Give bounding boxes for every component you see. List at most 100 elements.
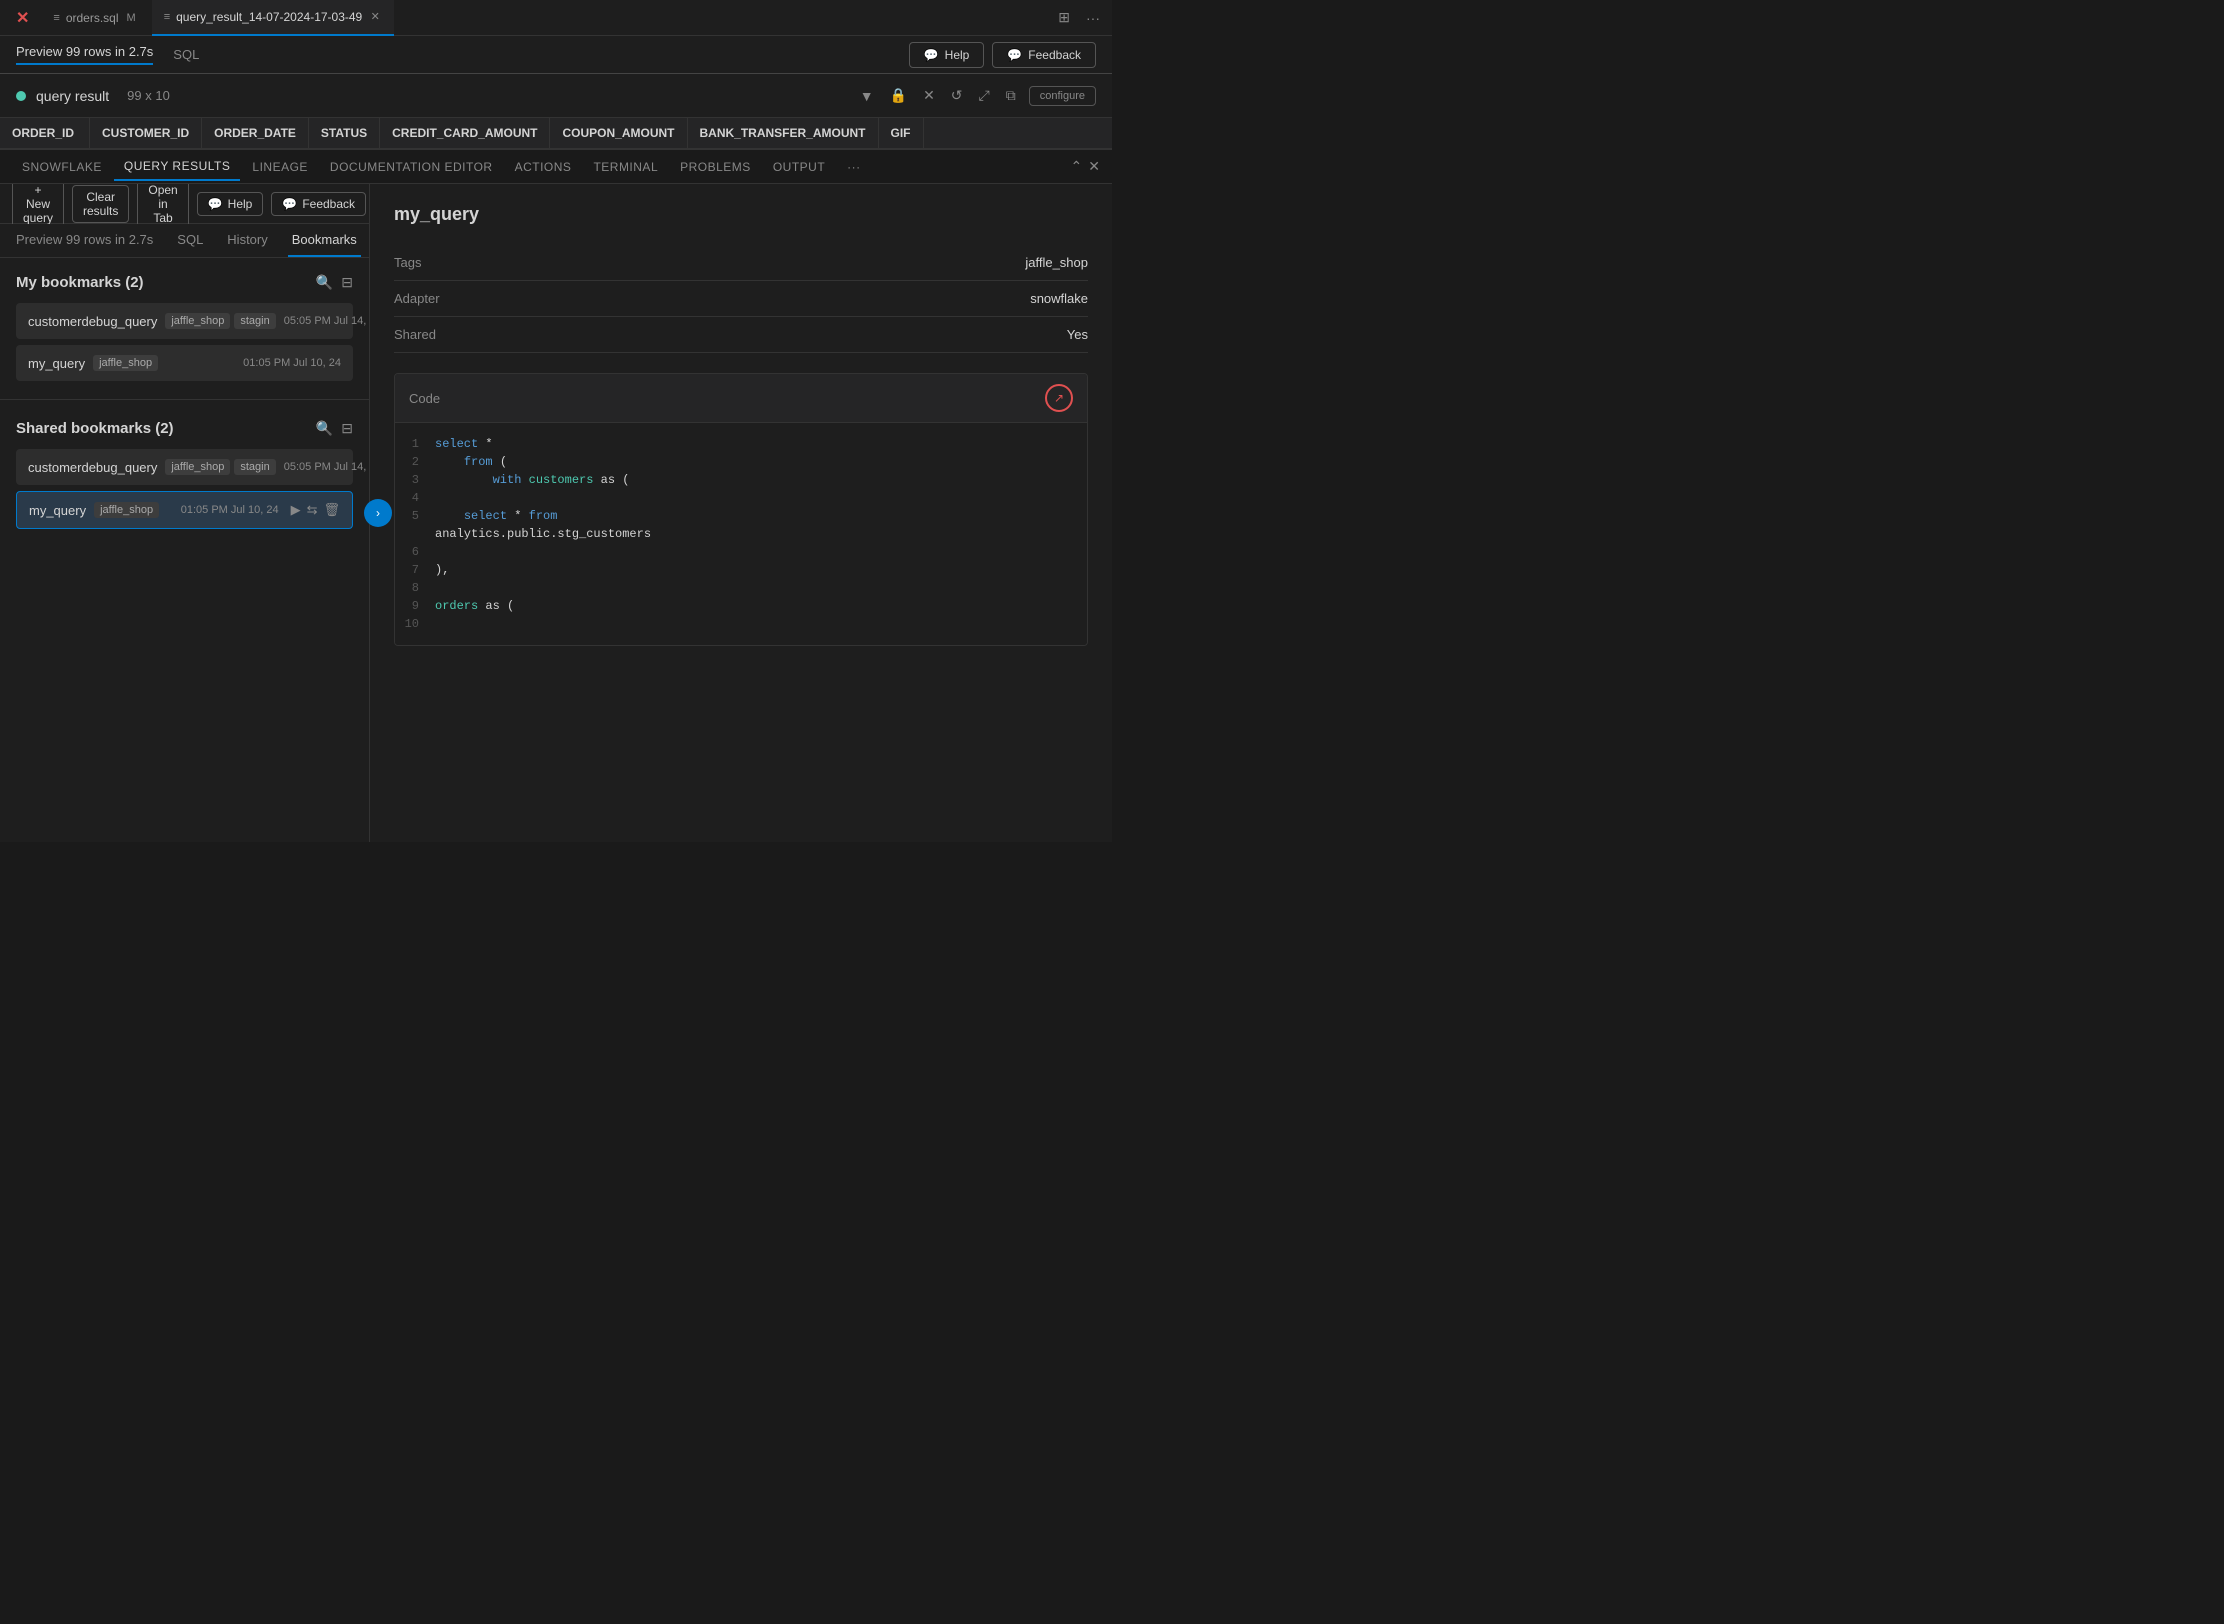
query-detail-title: my_query <box>394 204 1088 225</box>
col-gif[interactable]: GIF <box>879 118 924 148</box>
detail-shared-label: Shared <box>394 327 436 342</box>
share-icon[interactable]: ⇆ <box>307 502 318 518</box>
feedback-button-bottom[interactable]: 💬 Feedback <box>271 192 366 216</box>
my-bookmark-2-name: my_query <box>28 356 85 371</box>
play-icon[interactable]: ▶ <box>291 502 301 518</box>
feedback-icon-top: 💬 <box>1007 48 1022 62</box>
configure-button[interactable]: configure <box>1029 86 1096 106</box>
detail-adapter-value: snowflake <box>1030 291 1088 306</box>
my-bookmark-2[interactable]: my_query jaffle_shop 01:05 PM Jul 10, 24 <box>16 345 353 381</box>
top-sub-tab-bar: Preview 99 rows in 2.7s SQL 💬 Help 💬 Fee… <box>0 36 1112 74</box>
my-bookmark-1-name: customerdebug_query <box>28 314 157 329</box>
code-line-8: 8 <box>395 579 1087 597</box>
my-bookmark-2-tags: jaffle_shop <box>93 355 158 371</box>
close-panel-icon[interactable]: ✕ <box>1088 158 1100 175</box>
col-bank-transfer[interactable]: BANK_TRANSFER_AMOUNT <box>688 118 879 148</box>
section-divider <box>0 399 369 400</box>
col-order-id[interactable]: ORDER_ID <box>0 118 90 148</box>
tab-icon-orders: ≡ <box>53 12 59 24</box>
my-bookmark-1-tag-2: stagin <box>234 313 275 329</box>
tab-icon-query-result: ≡ <box>164 11 170 23</box>
help-icon-top: 💬 <box>924 48 939 62</box>
tab-label-orders: orders.sql <box>66 11 119 25</box>
tab-lineage[interactable]: LINEAGE <box>242 154 318 180</box>
undo-icon[interactable]: ↺ <box>948 84 966 107</box>
help-button-top[interactable]: 💬 Help <box>909 42 985 68</box>
layout-icon[interactable]: ⊞ <box>1054 5 1074 30</box>
my-bookmarks-filter-icon[interactable]: ⊟ <box>341 274 353 291</box>
detail-row-tags: Tags jaffle_shop <box>394 245 1088 281</box>
shared-bookmark-1-date: 05:05 PM Jul 14, 24 <box>284 461 369 473</box>
bottom-tabs-list: SNOWFLAKE QUERY RESULTS LINEAGE DOCUMENT… <box>12 153 871 181</box>
delete-icon[interactable]: 🗑 <box>323 502 340 518</box>
code-line-3: 3 with customers as ( <box>395 471 1087 489</box>
tab-more[interactable]: ··· <box>837 154 871 180</box>
code-line-5: 5 select * from <box>395 507 1087 525</box>
app-icon-tab: ✕ <box>8 0 37 36</box>
tab-actions[interactable]: ACTIONS <box>505 154 582 180</box>
filter-icon[interactable]: ▼ <box>857 85 877 107</box>
detail-row-shared: Shared Yes <box>394 317 1088 353</box>
tab-close-query-result[interactable]: ✕ <box>368 10 382 24</box>
sub-tab-sql-left[interactable]: SQL <box>173 224 207 257</box>
main-content: + New query Clear results Open in Tab 💬 … <box>0 184 1112 842</box>
tab-query-result[interactable]: ≡ query_result_14-07-2024-17-03-49 ✕ <box>152 0 395 36</box>
query-result-header-right: ▼ 🔒 ✕ ↺ ⤢ ⧉ configure <box>857 84 1096 107</box>
shared-bookmarks-filter-icon[interactable]: ⊟ <box>341 420 353 437</box>
sub-tab-sql-top[interactable]: SQL <box>173 47 199 62</box>
col-customer-id[interactable]: CUSTOMER_ID <box>90 118 202 148</box>
sub-tab-history[interactable]: History <box>223 224 271 257</box>
shared-bookmarks-icons: 🔍 ⊟ <box>316 420 353 437</box>
shared-bookmark-1[interactable]: customerdebug_query jaffle_shop stagin 0… <box>16 449 353 485</box>
tab-output[interactable]: OUTPUT <box>763 154 835 180</box>
shared-bookmark-1-tags: jaffle_shop stagin <box>165 459 275 475</box>
left-panel-scrollable: My bookmarks (2) 🔍 ⊟ customerdebug_query… <box>0 258 369 842</box>
collapse-icon[interactable]: ⌃ <box>1071 158 1083 175</box>
col-order-date[interactable]: ORDER_DATE <box>202 118 309 148</box>
help-icon-bottom: 💬 <box>208 197 223 211</box>
x-icon[interactable]: ✕ <box>920 84 938 107</box>
my-bookmark-1-tag-1: jaffle_shop <box>165 313 230 329</box>
status-dot <box>16 91 26 101</box>
left-panel: + New query Clear results Open in Tab 💬 … <box>0 184 370 842</box>
feedback-button-top[interactable]: 💬 Feedback <box>992 42 1096 68</box>
shared-bookmark-2[interactable]: my_query jaffle_shop 01:05 PM Jul 10, 24… <box>16 491 353 529</box>
tab-terminal[interactable]: TERMINAL <box>583 154 668 180</box>
tab-problems[interactable]: PROBLEMS <box>670 154 761 180</box>
shared-bookmarks-header: Shared bookmarks (2) 🔍 ⊟ <box>16 420 353 437</box>
tab-doc-editor[interactable]: DOCUMENTATION EDITOR <box>320 154 503 180</box>
shared-bookmarks-search-icon[interactable]: 🔍 <box>316 420 333 437</box>
detail-shared-value: Yes <box>1067 327 1088 342</box>
more-icon[interactable]: ··· <box>1082 6 1104 30</box>
tab-snowflake[interactable]: SNOWFLAKE <box>12 154 112 180</box>
my-bookmarks-search-icon[interactable]: 🔍 <box>316 274 333 291</box>
code-line-1: 1 select * <box>395 435 1087 453</box>
open-in-tab-button[interactable]: Open in Tab <box>137 184 188 230</box>
col-credit-card[interactable]: CREDIT_CARD_AMOUNT <box>380 118 550 148</box>
tab-query-results[interactable]: QUERY RESULTS <box>114 153 241 181</box>
expand-icon[interactable]: ⤢ <box>976 84 993 107</box>
sub-tab-preview-left[interactable]: Preview 99 rows in 2.7s <box>12 224 157 257</box>
copy-icon[interactable]: ⧉ <box>1003 84 1019 107</box>
my-bookmark-2-date: 01:05 PM Jul 10, 24 <box>243 357 341 369</box>
expand-arrow-button[interactable]: › <box>364 499 392 527</box>
tab-orders[interactable]: ≡ orders.sql M <box>41 0 147 36</box>
tab-label-query-result: query_result_14-07-2024-17-03-49 <box>176 10 362 24</box>
lock-icon[interactable]: 🔒 <box>887 84 910 107</box>
my-bookmark-1[interactable]: customerdebug_query jaffle_shop stagin 0… <box>16 303 353 339</box>
my-bookmarks-section: My bookmarks (2) 🔍 ⊟ customerdebug_query… <box>0 258 369 395</box>
feedback-icon-bottom: 💬 <box>282 197 297 211</box>
sub-tabs-toolbar: + New query Clear results Open in Tab 💬 … <box>12 184 357 230</box>
detail-adapter-label: Adapter <box>394 291 440 306</box>
bottom-tab-controls: ⌃ ✕ <box>1071 158 1100 175</box>
clear-results-button[interactable]: Clear results <box>72 185 129 223</box>
sub-tab-bookmarks[interactable]: Bookmarks <box>288 224 361 257</box>
sub-tab-preview[interactable]: Preview 99 rows in 2.7s <box>16 44 153 65</box>
help-button-bottom[interactable]: 💬 Help <box>197 192 264 216</box>
col-coupon[interactable]: COUPON_AMOUNT <box>550 118 687 148</box>
top-right-action-buttons: 💬 Help 💬 Feedback <box>909 42 1096 68</box>
col-status[interactable]: STATUS <box>309 118 380 148</box>
code-expand-button[interactable]: ↗ <box>1045 384 1073 412</box>
new-query-button[interactable]: + New query <box>12 184 64 230</box>
tab-bar: ✕ ≡ orders.sql M ≡ query_result_14-07-20… <box>0 0 1112 36</box>
